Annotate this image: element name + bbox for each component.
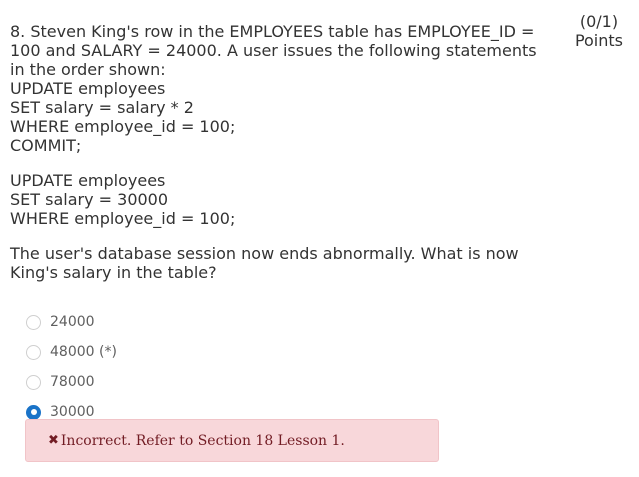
radio-button[interactable] xyxy=(26,314,41,330)
points-display: (0/1) Points xyxy=(575,12,623,50)
x-mark-icon: ✖ xyxy=(48,433,59,448)
sql-line: SET salary = 30000 xyxy=(10,190,169,209)
sql-line: UPDATE employees xyxy=(10,171,166,190)
radio-button[interactable] xyxy=(26,344,41,360)
feedback-incorrect: ✖ Incorrect. Refer to Section 18 Lesson … xyxy=(25,419,439,462)
question-text: 8. Steven King's row in the EMPLOYEES ta… xyxy=(10,22,555,282)
points-label: Points xyxy=(574,31,623,50)
option-label: 24000 xyxy=(50,314,95,330)
radio-button-selected[interactable] xyxy=(26,404,41,420)
feedback-text: Incorrect. Refer to Section 18 Lesson 1. xyxy=(60,432,345,449)
sql-line: SET salary = salary * 2 xyxy=(10,98,194,117)
option-label: 30000 xyxy=(50,404,95,420)
option-label: 48000 (*) xyxy=(50,344,117,360)
question-intro: 8. Steven King's row in the EMPLOYEES ta… xyxy=(10,22,537,79)
option-label: 78000 xyxy=(50,374,95,390)
radio-button[interactable] xyxy=(26,374,41,390)
points-score: (0/1) xyxy=(579,12,619,31)
sql-line: COMMIT; xyxy=(10,136,82,155)
answer-options: 24000 48000 (*) 78000 30000 xyxy=(26,307,117,427)
sql-line: UPDATE employees xyxy=(10,79,166,98)
question-prompt: The user's database session now ends abn… xyxy=(10,244,519,282)
answer-option-78000[interactable]: 78000 xyxy=(26,367,117,397)
sql-line: WHERE employee_id = 100; xyxy=(10,209,236,228)
sql-line: WHERE employee_id = 100; xyxy=(10,117,236,136)
answer-option-24000[interactable]: 24000 xyxy=(26,307,117,337)
answer-option-48000[interactable]: 48000 (*) xyxy=(26,337,117,367)
